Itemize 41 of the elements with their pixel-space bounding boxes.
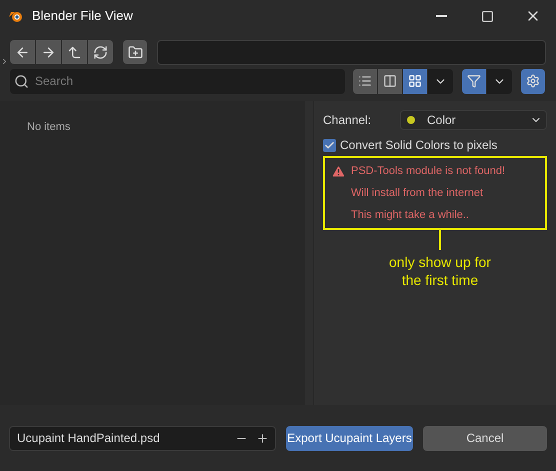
columns-view-icon xyxy=(383,74,397,88)
filter-icon xyxy=(467,74,481,88)
forward-arrow-icon xyxy=(41,44,56,60)
warning-text: Will install from the internet xyxy=(351,186,484,201)
app-logo-icon xyxy=(8,9,24,23)
checkmark-icon xyxy=(324,140,335,150)
refresh-button[interactable] xyxy=(88,40,113,64)
maximize-icon xyxy=(480,10,494,22)
forward-arrow-button[interactable] xyxy=(36,40,61,64)
filename-field[interactable]: Ucupaint HandPainted.psd xyxy=(9,426,276,450)
checkbox[interactable] xyxy=(323,138,336,152)
empty-list-text: No items xyxy=(27,121,70,133)
minimize-icon xyxy=(436,15,446,17)
settings-button[interactable] xyxy=(521,68,545,94)
sidebar-toggle-icon[interactable] xyxy=(0,57,9,66)
back-arrow-button[interactable] xyxy=(10,40,35,64)
list-view-icon xyxy=(358,74,372,88)
checkbox-label: Convert Solid Colors to pixels xyxy=(340,137,498,154)
settings-icon xyxy=(526,74,540,88)
thumbnail-view-icon xyxy=(408,74,422,88)
channel-label: Channel: xyxy=(323,112,372,129)
parent-folder-button[interactable] xyxy=(62,40,87,64)
filter-button[interactable] xyxy=(462,68,486,94)
warning-text: This might take a while.. xyxy=(351,208,469,223)
annotation-text: only show up for the first time xyxy=(388,253,492,289)
new-folder-button[interactable] xyxy=(123,40,147,64)
channel-dropdown[interactable]: Color xyxy=(400,110,547,130)
thumbnail-view-button[interactable] xyxy=(403,68,427,94)
search-field[interactable]: Search xyxy=(10,68,345,94)
columns-view-button[interactable] xyxy=(378,68,402,94)
path-field[interactable] xyxy=(157,40,546,64)
window-title: Blender File View xyxy=(32,7,133,26)
warning-icon xyxy=(330,164,346,178)
cancel-button[interactable]: Cancel xyxy=(423,426,547,450)
increment-icon[interactable] xyxy=(256,432,269,444)
new-folder-icon xyxy=(128,44,142,60)
export-button[interactable]: Export Ucupaint Layers xyxy=(286,426,413,450)
search-icon xyxy=(14,74,29,88)
list-view-button[interactable] xyxy=(353,68,377,94)
refresh-icon xyxy=(93,44,108,60)
warning-text: PSD-Tools module is not found! xyxy=(351,164,506,179)
